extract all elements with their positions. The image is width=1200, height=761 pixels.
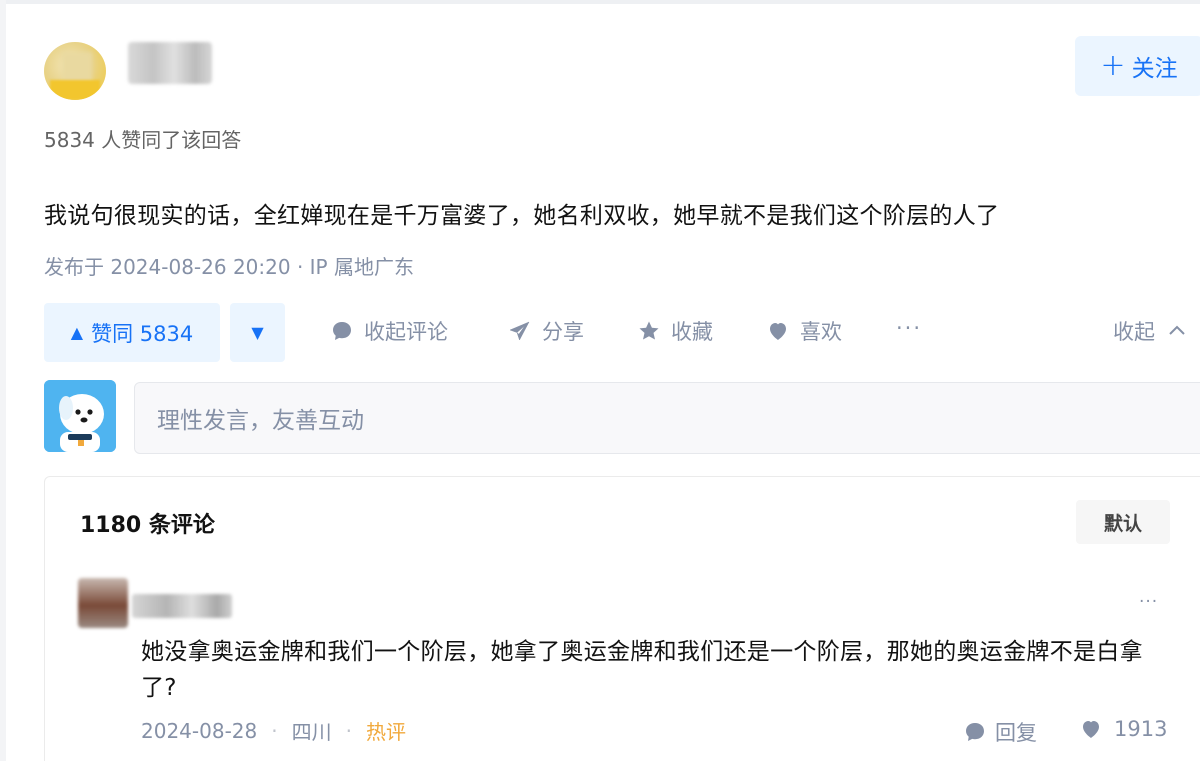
- author-name-blurred[interactable]: [128, 42, 212, 84]
- comment-meta: 2024-08-28 · 四川 · 热评: [141, 716, 406, 745]
- commenter-avatar-blurred[interactable]: [78, 578, 128, 628]
- current-user-avatar[interactable]: [44, 380, 116, 452]
- vote-down-button[interactable]: ▼: [230, 303, 285, 362]
- author-avatar[interactable]: [44, 42, 106, 100]
- chevron-up-icon: [1169, 325, 1185, 335]
- collapse-button[interactable]: 收起: [1113, 316, 1189, 346]
- collapse-label: 收起: [1113, 320, 1155, 344]
- collapse-comments-button[interactable]: 收起评论: [330, 316, 448, 346]
- sort-label: 默认: [1103, 512, 1142, 535]
- hot-comment-tag: 热评: [365, 720, 406, 744]
- comment-like-button[interactable]: 1913: [1078, 717, 1167, 741]
- comment-bubble-icon: [966, 723, 984, 741]
- heart-icon: [770, 323, 786, 340]
- triangle-down-icon: ▼: [251, 323, 264, 342]
- comment-text: 她没拿奥运金牌和我们一个阶层，她拿了奥运金牌和我们还是一个阶层，那她的奥运金牌不…: [141, 639, 1143, 701]
- avatar-blur: [50, 80, 100, 100]
- comment-date: 2024-08-28: [141, 718, 258, 743]
- reply-button[interactable]: 回复: [963, 717, 1037, 747]
- more-actions-button[interactable]: ···: [896, 316, 922, 340]
- plus-icon: +: [1100, 48, 1126, 83]
- publish-info: 发布于 2024-08-26 20:20 · IP 属地广东: [44, 255, 414, 279]
- triangle-up-icon: ▲: [70, 323, 84, 342]
- sort-default-button[interactable]: 默认: [1076, 500, 1170, 544]
- heart-icon: [1083, 721, 1099, 738]
- more-icon: ···: [896, 316, 923, 340]
- share-button[interactable]: 分享: [508, 316, 584, 346]
- star-icon: [639, 321, 659, 340]
- share-label: 分享: [542, 320, 584, 344]
- meta-separator: ·: [345, 718, 352, 743]
- top-edge: [0, 0, 1200, 4]
- favorite-label: 收藏: [671, 320, 713, 344]
- follow-button[interactable]: + 关注: [1075, 36, 1200, 96]
- reply-label: 回复: [995, 721, 1037, 745]
- favorite-button[interactable]: 收藏: [637, 316, 713, 346]
- like-label: 喜欢: [800, 320, 842, 344]
- paper-plane-icon: [509, 321, 530, 341]
- comment-like-count: 1913: [1114, 717, 1168, 741]
- like-button[interactable]: 喜欢: [766, 316, 842, 346]
- comment-bubble-icon: [333, 322, 351, 340]
- dog-mascot-icon: [44, 380, 116, 452]
- left-edge: [0, 0, 6, 761]
- vote-up-label: 赞同 5834: [91, 321, 194, 346]
- answer-likes-meta: 5834 人赞同了该回答: [44, 128, 242, 152]
- comments-count: 1180 条评论: [80, 513, 215, 538]
- meta-separator: ·: [271, 718, 278, 743]
- comment-location: 四川: [291, 720, 332, 744]
- comment-input[interactable]: 理性发言，友善互动: [134, 382, 1200, 454]
- answer-text: 我说句很现实的话，全红婵现在是千万富婆了，她名利双收，她早就不是我们这个阶层的人…: [44, 203, 1000, 229]
- comment-input-placeholder: 理性发言，友善互动: [157, 408, 364, 434]
- vote-up-button[interactable]: ▲ 赞同 5834: [44, 303, 220, 362]
- follow-label: 关注: [1131, 56, 1178, 82]
- collapse-comments-label: 收起评论: [364, 320, 448, 344]
- comment-more-button[interactable]: ···: [1139, 592, 1158, 612]
- commenter-name-blurred[interactable]: [132, 594, 232, 618]
